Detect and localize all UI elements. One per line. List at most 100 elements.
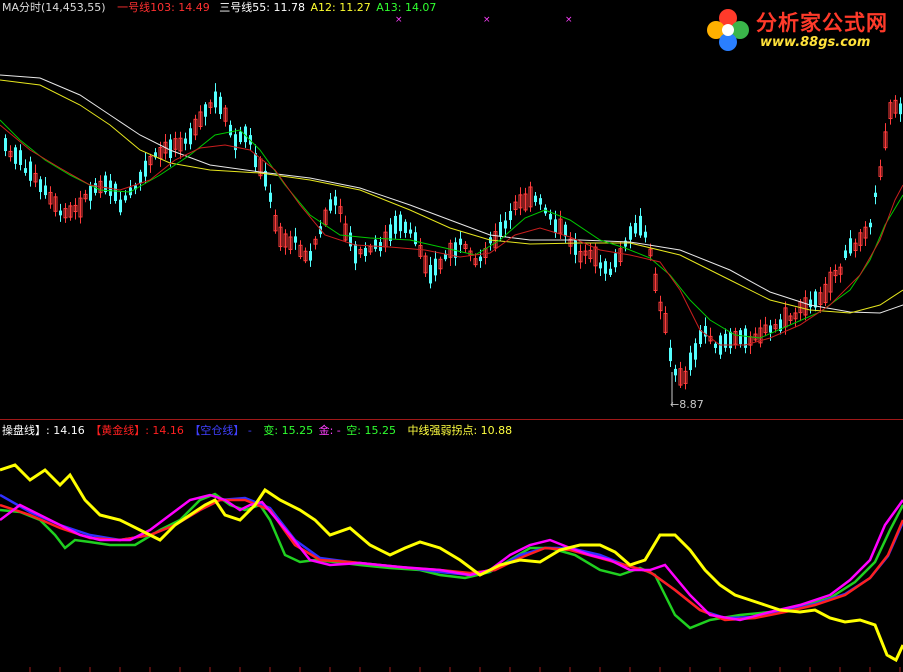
- candlestick-series: [4, 83, 902, 390]
- indicator-title: MA分时(14,453,55): [2, 1, 106, 14]
- candle-down: [844, 250, 847, 258]
- candle-down: [459, 238, 462, 245]
- candle-down: [409, 229, 412, 234]
- candle-down: [599, 262, 602, 269]
- candle-down: [429, 264, 432, 284]
- candle-down: [104, 175, 107, 193]
- chart-canvas[interactable]: × × ×: [0, 0, 903, 672]
- candle-down: [24, 168, 27, 173]
- candle-down: [644, 231, 647, 238]
- candle-down: [119, 199, 122, 213]
- signal-marker: ×: [395, 15, 403, 25]
- candle-down: [714, 343, 717, 348]
- candle-down: [849, 238, 852, 254]
- candle-down: [329, 199, 332, 211]
- candle-down: [674, 368, 677, 376]
- candle-down: [39, 179, 42, 193]
- candle-down: [89, 185, 92, 201]
- candle-down: [374, 239, 377, 249]
- candle-down: [614, 253, 617, 268]
- candle-down: [229, 124, 232, 136]
- candle-down: [554, 219, 557, 234]
- line1-value: 一号线103: 14.49: [117, 1, 210, 14]
- candle-down: [144, 160, 147, 177]
- osc-magenta-line: [0, 493, 903, 622]
- candle-down: [504, 220, 507, 229]
- signal-marker: ×: [565, 15, 573, 25]
- ma-yellow-line: [0, 79, 903, 314]
- candle-down: [219, 96, 222, 115]
- candle-down: [874, 192, 877, 197]
- candle-down: [394, 215, 397, 234]
- candle-down: [189, 128, 192, 145]
- candle-down: [334, 196, 337, 206]
- kong-value: 空: 15.25: [346, 424, 396, 437]
- candle-down: [534, 195, 537, 203]
- oscillator-panel: [0, 463, 903, 663]
- candle-down: [739, 330, 742, 345]
- empty-line-value: 【空仓线】 -: [189, 424, 252, 437]
- candle-down: [479, 256, 482, 262]
- candle-down: [769, 325, 772, 333]
- top-indicator-legend: MA分时(14,453,55) 一号线103: 14.49 三号线55: 11.…: [2, 1, 438, 14]
- candle-down: [124, 195, 127, 201]
- line3-value: 三号线55: 11.78: [219, 1, 305, 14]
- jin-value: 金: -: [318, 424, 341, 437]
- cao-pan-value: 操盘线】: 14.16: [2, 424, 85, 437]
- candle-down: [634, 223, 637, 234]
- candle-down: [694, 343, 697, 360]
- candle-down: [809, 299, 812, 308]
- ma-red-line: [0, 124, 903, 346]
- logo-url: www.88gs.com: [760, 35, 871, 50]
- osc-yellow-line: [0, 463, 903, 663]
- candle-down: [399, 214, 402, 232]
- candle-down: [269, 192, 272, 202]
- candle-down: [59, 210, 62, 216]
- candle-down: [4, 138, 7, 152]
- candle-down: [899, 103, 902, 115]
- bian-value: 变: 15.25: [263, 424, 314, 437]
- candle-down: [639, 215, 642, 236]
- candle-down: [669, 347, 672, 362]
- candle-down: [309, 251, 312, 261]
- candle-down: [609, 268, 612, 275]
- candle-down: [549, 213, 552, 220]
- candle-down: [814, 291, 817, 308]
- logo-flower-icon: [707, 9, 749, 51]
- candle-down: [14, 147, 17, 164]
- candle-down: [184, 138, 187, 144]
- candle-down: [294, 236, 297, 243]
- a12-value: A12: 11.27: [310, 1, 371, 14]
- candle-down: [729, 331, 732, 349]
- logo-name: 分析家公式网: [756, 11, 888, 35]
- candle-down: [204, 104, 207, 117]
- osc-red-line: [0, 498, 903, 622]
- candle-down: [629, 226, 632, 240]
- golden-line-value: 【黄金线】: 14.16: [90, 424, 184, 437]
- low-price-marker: ←8.87: [670, 398, 704, 411]
- candle-down: [434, 258, 437, 276]
- candle-down: [29, 161, 32, 181]
- site-logo: 分析家公式网 www.88gs.com: [702, 4, 897, 54]
- candle-down: [869, 222, 872, 228]
- candle-down: [139, 171, 142, 184]
- candle-down: [214, 91, 217, 108]
- candle-down: [19, 150, 22, 165]
- candle-down: [604, 261, 607, 274]
- signal-markers: × × ×: [395, 15, 573, 25]
- signal-marker: ×: [483, 15, 491, 25]
- a13-value: A13: 14.07: [376, 1, 437, 14]
- ma-green-line: [0, 119, 903, 339]
- mid-turn-value: 中线强弱拐点: 10.88: [407, 424, 513, 437]
- candle-down: [114, 183, 117, 201]
- candle-down: [689, 352, 692, 371]
- bottom-indicator-legend: 操盘线】: 14.16 【黄金线】: 14.16 【空仓线】 - 变: 15.2…: [2, 424, 514, 437]
- candle-down: [574, 240, 577, 255]
- candle-down: [354, 244, 357, 264]
- candle-down: [724, 333, 727, 348]
- candle-down: [364, 247, 367, 257]
- candle-down: [564, 224, 567, 237]
- candle-down: [539, 198, 542, 205]
- candle-down: [239, 131, 242, 143]
- candle-down: [699, 330, 702, 345]
